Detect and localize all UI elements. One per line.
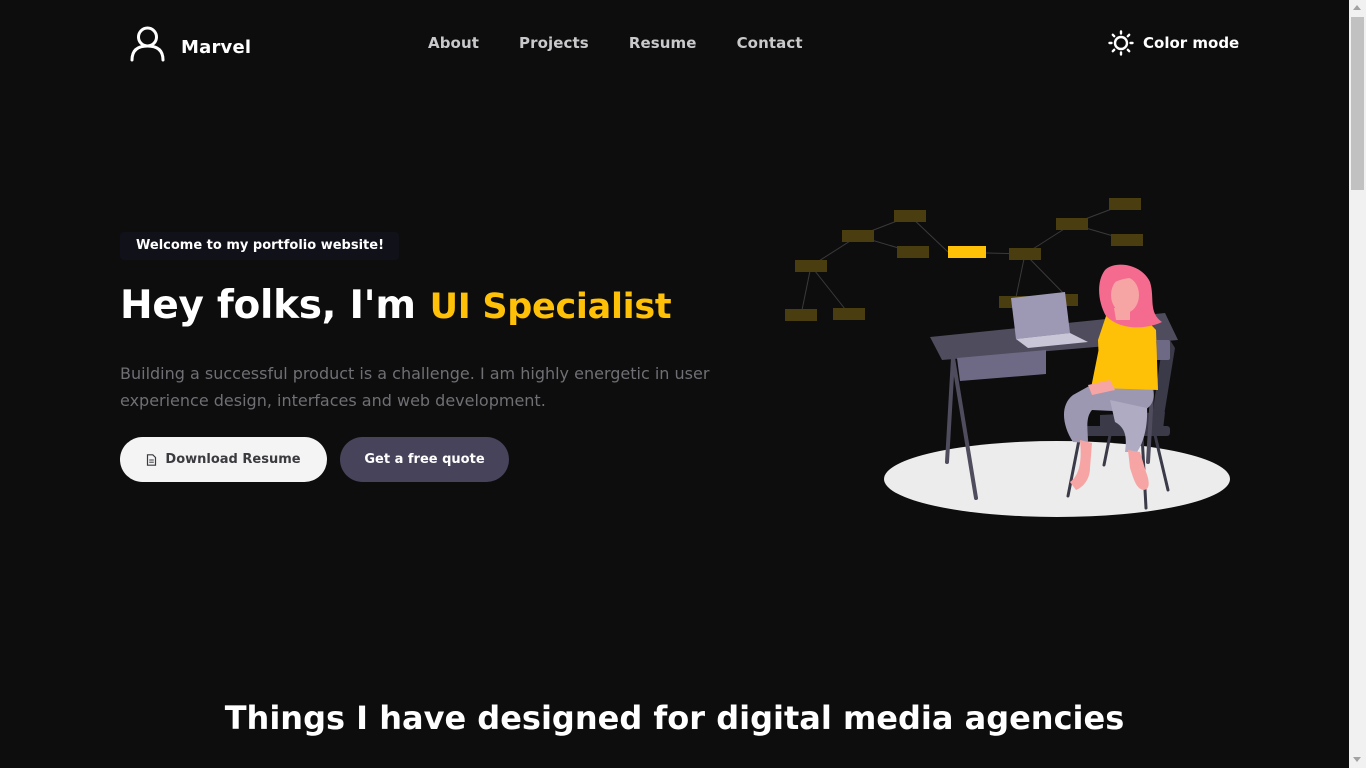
section-title: Things I have designed for digital media… <box>224 699 1125 737</box>
page: Marvel About Projects Resume Contact Col… <box>0 0 1349 768</box>
scrollbar-thumb[interactable] <box>1351 17 1364 190</box>
nav-resume[interactable]: Resume <box>629 34 697 52</box>
download-resume-label: Download Resume <box>165 452 301 467</box>
sun-icon <box>1108 30 1134 56</box>
scroll-up-icon[interactable] <box>1353 5 1361 10</box>
main-nav: About Projects Resume Contact <box>428 34 843 52</box>
get-quote-button[interactable]: Get a free quote <box>340 437 509 482</box>
hero-title-accent: UI Specialist <box>429 287 672 327</box>
nav-projects[interactable]: Projects <box>519 34 589 52</box>
hero-description: Building a successful product is a chall… <box>120 364 710 410</box>
nav-contact[interactable]: Contact <box>737 34 803 52</box>
nav-about[interactable]: About <box>428 34 479 52</box>
get-quote-label: Get a free quote <box>364 452 485 467</box>
welcome-badge: Welcome to my portfolio website! <box>120 232 399 260</box>
hero-title: Hey folks, I'm UI Specialist <box>120 283 672 328</box>
brand-name: Marvel <box>181 37 252 58</box>
document-icon <box>147 453 157 466</box>
download-resume-button[interactable]: Download Resume <box>120 437 327 482</box>
site-header: Marvel About Projects Resume Contact Col… <box>0 0 1349 90</box>
user-icon <box>130 26 165 62</box>
hero-title-prefix: Hey folks, I'm <box>120 283 416 328</box>
brand-link[interactable]: Marvel <box>129 25 251 62</box>
color-mode-toggle[interactable]: Color mode <box>1108 30 1239 56</box>
woman-at-desk-illustration <box>785 198 1230 517</box>
color-mode-label: Color mode <box>1143 34 1240 52</box>
scroll-down-icon[interactable] <box>1353 757 1361 762</box>
